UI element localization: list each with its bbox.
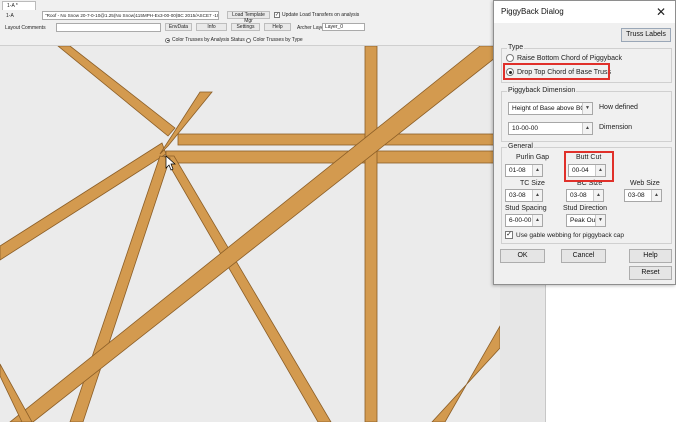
radio-icon — [165, 37, 170, 43]
load-template-button[interactable]: Load Template Mgr — [227, 11, 270, 24]
layout-id-label: 1-A — [6, 13, 14, 19]
stud-spacing-input[interactable]: 6-00-00 ▲ — [505, 214, 543, 227]
tc-size-value: 03-08 — [509, 192, 526, 199]
checkbox-checked-icon: ✓ — [505, 231, 513, 239]
radio-color-type[interactable]: Color Trusses by Type — [246, 37, 303, 43]
stud-direction-select[interactable]: Peak Out ▼ — [566, 214, 606, 227]
ok-button[interactable]: OK — [500, 249, 545, 263]
chevron-down-icon: ▼ — [595, 215, 605, 226]
tc-size-label: TC Size — [520, 180, 545, 187]
tc-size-input[interactable]: 03-08 ▲ — [505, 189, 543, 202]
help-button[interactable]: Help — [629, 249, 672, 263]
dialog-title: PiggyBack Dialog — [501, 7, 564, 16]
truss-drawing — [0, 46, 500, 422]
piggyback-dialog: PiggyBack Dialog ✕ Truss Labels Type Rai… — [493, 0, 676, 285]
radio-color-analysis-label: Color Trusses by Analysis Status — [172, 37, 245, 43]
truss-drawing-canvas[interactable] — [0, 46, 500, 422]
dialog-titlebar: PiggyBack Dialog ✕ — [494, 1, 675, 23]
highlight-annotation — [564, 151, 614, 182]
truss-labels-button[interactable]: Truss Labels — [621, 28, 671, 42]
layout-comments-label: Layout Comments — [5, 25, 46, 31]
stud-spacing-label: Stud Spacing — [505, 205, 547, 212]
gable-webbing-checkbox[interactable]: ✓ Use gable webbing for piggyback cap — [505, 231, 624, 239]
purlin-gap-value: 01-08 — [509, 167, 526, 174]
how-defined-select[interactable]: Height of Base above BC ▼ — [508, 102, 593, 115]
highlight-annotation — [503, 63, 610, 80]
web-diagonal-long — [9, 46, 500, 422]
chevron-up-icon: ▲ — [593, 190, 603, 201]
toolbar-help-button[interactable]: Help — [264, 23, 291, 31]
chevron-up-icon: ▲ — [532, 215, 542, 226]
piggyback-dimension-group: Piggyback Dimension Height of Base above… — [501, 87, 672, 142]
type-group-title: Type — [507, 44, 525, 51]
piggyback-chord-lower — [165, 150, 500, 164]
gable-webbing-label: Use gable webbing for piggyback cap — [516, 231, 625, 239]
chevron-up-icon: ▲ — [651, 190, 661, 201]
update-load-checkbox[interactable]: ✓ Update Load Transfers on analysis — [274, 12, 359, 18]
how-defined-value: Height of Base above BC — [512, 105, 585, 112]
chevron-up-icon: ▲ — [532, 190, 542, 201]
envdata-button[interactable]: EnvData — [165, 23, 192, 31]
layout-comments-input[interactable] — [56, 23, 161, 32]
general-group-title: General — [507, 143, 534, 150]
how-defined-label: How defined — [599, 104, 638, 111]
web-lower-left — [0, 363, 33, 422]
settings-button[interactable]: Settings — [231, 23, 260, 31]
web-size-label: Web Size — [630, 180, 660, 187]
checkbox-icon: ✓ — [274, 12, 280, 18]
radio-color-type-label: Color Trusses by Type — [253, 37, 303, 43]
web-lower-right — [431, 325, 500, 422]
dimension-input[interactable]: 10-00-00 ▲ — [508, 122, 593, 135]
reset-button[interactable]: Reset — [629, 266, 672, 280]
radio-icon — [246, 37, 251, 43]
archer-layer-select[interactable]: Layer_0 — [322, 23, 365, 31]
purlin-gap-label: Purlin Gap — [516, 154, 550, 161]
info-button[interactable]: Info — [196, 23, 227, 31]
chevron-up-icon: ▲ — [582, 123, 592, 134]
cancel-button[interactable]: Cancel — [561, 249, 606, 263]
web-size-value: 03-08 — [628, 192, 645, 199]
stud-direction-value: Peak Out — [570, 217, 598, 224]
truss-members — [0, 46, 500, 422]
radio-color-analysis[interactable]: Color Trusses by Analysis Status — [165, 37, 245, 43]
stud-direction-label: Stud Direction — [563, 205, 607, 212]
dimension-value: 10-00-00 — [512, 125, 539, 132]
bc-size-input[interactable]: 03-08 ▲ — [566, 189, 604, 202]
roof-description-field[interactable]: "Roof - No Snow 20-7-0-10@1.25(No Snow)1… — [42, 11, 219, 20]
bc-size-value: 03-08 — [570, 192, 587, 199]
radio-raise-bottom-chord-label: Raise Bottom Chord of Piggyback — [517, 54, 623, 62]
dimension-label: Dimension — [599, 124, 633, 131]
stud-spacing-value: 6-00-00 — [509, 217, 532, 224]
chevron-down-icon: ▼ — [582, 103, 592, 114]
radio-raise-bottom-chord[interactable]: Raise Bottom Chord of Piggyback — [506, 54, 622, 62]
update-load-label: Update Load Transfers on analysis — [282, 12, 360, 18]
piggyback-chord-upper — [177, 133, 500, 146]
piggyback-dimension-title: Piggyback Dimension — [507, 87, 577, 94]
background-window — [545, 284, 676, 422]
web-size-input[interactable]: 03-08 ▲ — [624, 189, 662, 202]
web-diagonal-upper-left — [57, 46, 176, 137]
chevron-up-icon: ▲ — [532, 165, 542, 176]
radio-icon — [506, 54, 514, 62]
close-icon[interactable]: ✕ — [647, 1, 675, 23]
document-tab[interactable]: 1-A * — [2, 1, 36, 10]
purlin-gap-input[interactable]: 01-08 ▲ — [505, 164, 543, 177]
vertical-web — [364, 46, 378, 422]
